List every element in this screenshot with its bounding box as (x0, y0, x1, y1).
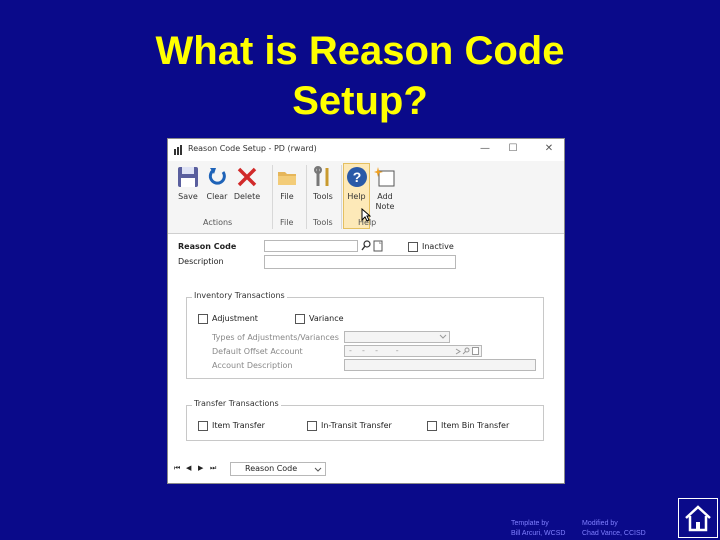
save-icon (178, 167, 198, 187)
inventory-group-title: Inventory Transactions (192, 291, 287, 300)
save-label: Save (178, 192, 198, 201)
inactive-label: Inactive (422, 242, 454, 251)
app-icon (174, 145, 182, 155)
template-by-label: Template by (511, 520, 549, 527)
types-label: Types of Adjustments/Variances (212, 333, 339, 342)
window-title: Reason Code Setup - PD (rward) (188, 144, 317, 153)
delete-icon (237, 167, 257, 187)
help-menu-button[interactable]: ? Help (344, 164, 369, 208)
home-button[interactable] (678, 498, 718, 538)
default-offset-label: Default Offset Account (212, 347, 303, 356)
home-icon (685, 505, 711, 532)
note-icon (472, 347, 479, 355)
adjustment-label: Adjustment (212, 314, 258, 323)
mouse-cursor-icon (361, 208, 371, 222)
next-record-button[interactable]: ▶ (198, 464, 203, 472)
slide-title: What is Reason Code Setup? (0, 26, 720, 126)
item-transfer-label: Item Transfer (212, 421, 265, 430)
inactive-checkbox[interactable] (408, 242, 418, 252)
slide-title-line2: Setup? (292, 79, 428, 123)
modified-by-label: Modified by (582, 520, 618, 527)
modified-author: Chad Vance, CCISD (582, 530, 646, 537)
delete-label: Delete (233, 192, 261, 201)
file-menu-button[interactable]: File (274, 164, 300, 208)
minimize-button[interactable]: — (474, 141, 496, 157)
note-icon[interactable] (373, 240, 383, 252)
clear-button[interactable]: Clear (203, 164, 231, 208)
svg-text:?: ? (352, 169, 361, 185)
ribbon-separator (341, 165, 342, 229)
in-transit-transfer-checkbox[interactable] (307, 421, 317, 431)
help-icon: ? (346, 167, 367, 187)
adjustment-checkbox[interactable] (198, 314, 208, 324)
sort-by-dropdown[interactable]: Reason Code (230, 462, 326, 476)
previous-record-button[interactable]: ◀ (186, 464, 191, 472)
variance-checkbox[interactable] (295, 314, 305, 324)
sort-by-value: Reason Code (245, 464, 298, 473)
lookup-icon[interactable] (361, 240, 371, 252)
tools-label: Tools (313, 192, 333, 201)
group-label-actions: Actions (203, 218, 233, 227)
template-author: Bill Arcuri, WCSD (511, 530, 566, 537)
reason-code-label: Reason Code (178, 242, 237, 251)
delete-button[interactable]: Delete (232, 164, 262, 208)
note-icon (374, 167, 395, 187)
lookup-icon (462, 347, 470, 355)
window-titlebar: Reason Code Setup - PD (rward) — ☐ ✕ (168, 139, 564, 161)
types-dropdown[interactable] (344, 331, 450, 343)
clear-label: Clear (206, 192, 228, 201)
chevron-right-icon (455, 348, 461, 355)
folder-icon (278, 172, 296, 185)
tools-menu-button[interactable]: Tools (308, 164, 338, 208)
item-bin-transfer-label: Item Bin Transfer (441, 421, 510, 430)
last-record-button[interactable]: ⏭ (210, 464, 216, 473)
add-note-line2: Note (375, 202, 395, 211)
tools-icon (314, 166, 329, 186)
save-button[interactable]: Save (174, 164, 202, 208)
add-note-label: Add Note (371, 192, 399, 212)
file-label: File (280, 192, 294, 201)
reason-code-input[interactable] (264, 240, 358, 252)
description-input[interactable] (264, 255, 456, 269)
chevron-down-icon (439, 334, 447, 339)
ribbon-separator (306, 165, 307, 229)
account-description-label: Account Description (212, 361, 293, 370)
description-label: Description (178, 257, 224, 266)
ribbon-separator (272, 165, 273, 229)
record-navigation-bar: ⏮ ◀ ▶ ⏭ Reason Code (172, 462, 326, 476)
item-transfer-checkbox[interactable] (198, 421, 208, 431)
variance-label: Variance (309, 314, 344, 323)
first-record-button[interactable]: ⏮ (174, 464, 180, 473)
account-description-input (344, 359, 536, 371)
default-offset-input[interactable]: - - - - (344, 345, 482, 357)
group-label-file: File (280, 218, 294, 227)
default-offset-mask: - - - - (349, 346, 399, 355)
add-note-line1: Add (377, 192, 393, 201)
item-bin-transfer-checkbox[interactable] (427, 421, 437, 431)
add-note-button[interactable]: Add Note (371, 164, 399, 211)
transfer-group-title: Transfer Transactions (192, 399, 281, 408)
group-label-tools: Tools (313, 218, 333, 227)
chevron-down-icon (314, 467, 322, 472)
maximize-button[interactable]: ☐ (502, 141, 524, 157)
ribbon: Save Clear Delete File Tools ? Help Add … (168, 161, 564, 234)
clear-icon (208, 168, 226, 185)
close-button[interactable]: ✕ (538, 141, 560, 157)
reason-code-setup-window: Reason Code Setup - PD (rward) — ☐ ✕ Sav… (167, 138, 565, 484)
in-transit-transfer-label: In-Transit Transfer (321, 421, 392, 430)
help-label: Help (347, 192, 366, 201)
slide-title-line1: What is Reason Code (155, 29, 565, 73)
